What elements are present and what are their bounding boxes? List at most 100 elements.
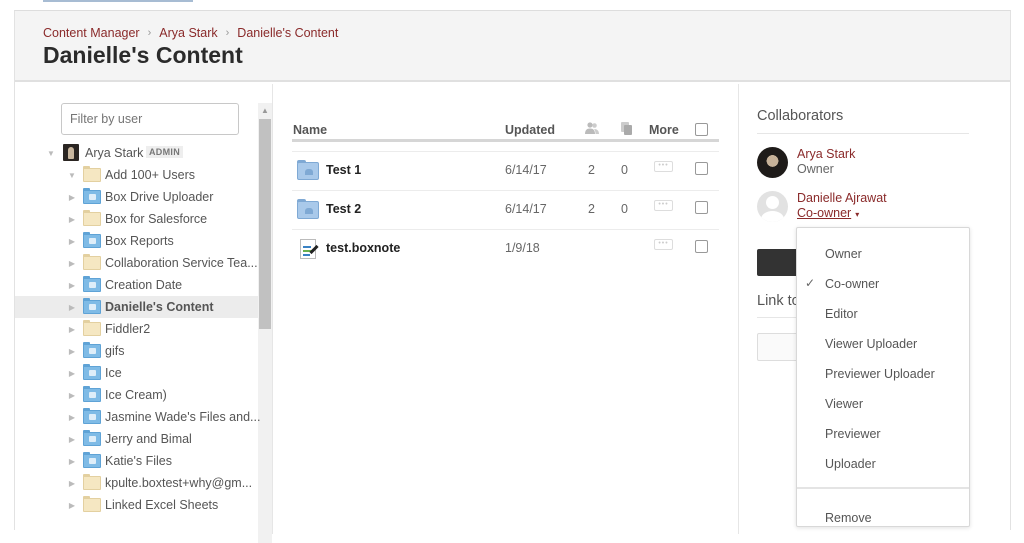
item-name[interactable]: Test 2 <box>326 202 361 216</box>
expand-arrow-icon[interactable]: ▶ <box>67 325 77 334</box>
folder-icon <box>83 320 101 336</box>
tree-item[interactable]: ▶ gifs <box>15 340 258 362</box>
item-name[interactable]: test.boxnote <box>326 241 400 255</box>
more-options-icon[interactable]: ••• <box>654 239 673 250</box>
collapse-arrow-icon[interactable]: ▼ <box>67 171 77 180</box>
select-all-checkbox[interactable] <box>695 123 708 136</box>
breadcrumb-separator: › <box>147 27 152 39</box>
breadcrumb-arya-stark[interactable]: Arya Stark <box>159 26 217 40</box>
column-header-name[interactable]: Name <box>293 123 327 137</box>
user-avatar <box>63 144 79 161</box>
menu-divider <box>797 487 969 489</box>
link-section-title: Link to <box>757 293 800 309</box>
more-options-icon[interactable]: ••• <box>654 200 673 211</box>
tree-scrollbar[interactable]: ▲ <box>258 103 272 543</box>
page-header: Content Manager › Arya Stark › Danielle'… <box>15 11 1010 82</box>
tree-item-label: gifs <box>105 344 125 358</box>
menu-item-role[interactable]: Previewer Uploader <box>797 358 969 388</box>
role-dropdown-trigger[interactable]: Co-owner ▾ <box>797 206 859 220</box>
tree-item[interactable]: ▶ Box Reports <box>15 230 258 252</box>
role-dropdown-label: Co-owner <box>797 206 852 220</box>
tree-item[interactable]: ▶ Ice Cream) <box>15 384 258 406</box>
menu-item-label: Remove <box>825 511 872 525</box>
tree-item-label: Fiddler2 <box>105 322 151 336</box>
column-header-more: More <box>649 123 679 137</box>
menu-item-role[interactable]: Viewer Uploader <box>797 328 969 358</box>
shared-folder-icon <box>297 199 319 219</box>
tree-item[interactable]: ▶ Jerry and Bimal <box>15 428 258 450</box>
item-name[interactable]: Test 1 <box>326 163 361 177</box>
more-options-icon[interactable]: ••• <box>654 161 673 172</box>
tree-item[interactable]: ▶ kpulte.boxtest+why@gm... <box>15 472 258 494</box>
menu-item-remove[interactable]: Remove <box>797 502 969 532</box>
collaborator-item: Danielle Ajrawat Co-owner ▾ <box>757 191 997 225</box>
expand-arrow-icon[interactable]: ▶ <box>67 501 77 510</box>
menu-item-label: Viewer <box>825 397 863 411</box>
item-collaborator-count: 2 <box>588 202 595 216</box>
expand-arrow-icon[interactable]: ▶ <box>67 259 77 268</box>
tree-root-user[interactable]: ▼ Arya Stark ADMIN <box>15 142 258 164</box>
column-header-updated[interactable]: Updated <box>505 123 555 137</box>
top-strip <box>0 0 1024 10</box>
shared-folder-icon <box>83 298 101 314</box>
tree-item-label: Box Reports <box>105 234 174 248</box>
shared-folder-icon <box>83 408 101 424</box>
tree-item-label: kpulte.boxtest+why@gm... <box>105 476 253 490</box>
folder-icon <box>83 166 101 182</box>
expand-arrow-icon[interactable]: ▶ <box>67 237 77 246</box>
tree-item[interactable]: ▶ Box Drive Uploader <box>15 186 258 208</box>
tree-item[interactable]: ▶ Linked Excel Sheets <box>15 494 258 516</box>
expand-arrow-icon[interactable]: ▶ <box>67 215 77 224</box>
tree-item[interactable]: ▶ Creation Date <box>15 274 258 296</box>
breadcrumb-content-manager[interactable]: Content Manager <box>43 26 140 40</box>
collapse-arrow-icon[interactable]: ▼ <box>46 149 56 158</box>
table-row[interactable]: Test 2 6/14/17 2 0 ••• <box>292 190 719 229</box>
menu-item-role[interactable]: Editor <box>797 298 969 328</box>
expand-arrow-icon[interactable]: ▶ <box>67 457 77 466</box>
expand-arrow-icon[interactable]: ▶ <box>67 435 77 444</box>
tree-item[interactable]: ▶ Fiddler2 <box>15 318 258 340</box>
row-checkbox[interactable] <box>695 201 708 214</box>
folder-icon <box>83 210 101 226</box>
expand-arrow-icon[interactable]: ▶ <box>67 347 77 356</box>
menu-item-label: Editor <box>825 307 858 321</box>
tree-item[interactable]: ▶ Collaboration Service Tea... <box>15 252 258 274</box>
tree-root-label: Arya Stark <box>85 146 144 160</box>
menu-item-role[interactable]: Uploader <box>797 448 969 478</box>
row-checkbox[interactable] <box>695 162 708 175</box>
tree-item[interactable]: ▶ Ice <box>15 362 258 384</box>
menu-item-role[interactable]: Viewer <box>797 388 969 418</box>
expand-arrow-icon[interactable]: ▶ <box>67 193 77 202</box>
expand-arrow-icon[interactable]: ▶ <box>67 369 77 378</box>
menu-item-role[interactable]: Previewer <box>797 418 969 448</box>
table-row[interactable]: test.boxnote 1/9/18 ••• <box>292 229 719 268</box>
tree-item[interactable]: ▶ Katie's Files <box>15 450 258 472</box>
breadcrumb-current[interactable]: Danielle's Content <box>237 26 338 40</box>
expand-arrow-icon[interactable]: ▶ <box>67 303 77 312</box>
expand-arrow-icon[interactable]: ▶ <box>67 479 77 488</box>
tree-item-label: Danielle's Content <box>105 300 214 314</box>
menu-item-label: Co-owner <box>825 277 880 291</box>
tree-item[interactable]: ▼ Add 100+ Users <box>15 164 258 186</box>
scroll-thumb[interactable] <box>259 119 271 329</box>
shared-folder-icon <box>83 232 101 248</box>
shared-folder-icon <box>83 386 101 402</box>
scroll-up-arrow-icon[interactable]: ▲ <box>258 105 272 117</box>
collaborator-role: Owner <box>797 162 834 176</box>
expand-arrow-icon[interactable]: ▶ <box>67 413 77 422</box>
tree-item[interactable]: ▶ Box for Salesforce <box>15 208 258 230</box>
collaborator-name[interactable]: Arya Stark <box>797 147 855 161</box>
menu-item-role[interactable]: ✓ Co-owner <box>797 268 969 298</box>
item-updated: 6/14/17 <box>505 202 547 216</box>
collaborator-name[interactable]: Danielle Ajrawat <box>797 191 887 205</box>
expand-arrow-icon[interactable]: ▶ <box>67 281 77 290</box>
tree-item[interactable]: ▶ Danielle's Content <box>15 296 258 318</box>
tree-item[interactable]: ▶ Jasmine Wade's Files and... <box>15 406 260 428</box>
row-checkbox[interactable] <box>695 240 708 253</box>
expand-arrow-icon[interactable]: ▶ <box>67 391 77 400</box>
table-row[interactable]: Test 1 6/14/17 2 0 ••• <box>292 151 719 190</box>
filter-by-user-input[interactable] <box>61 103 239 135</box>
avatar <box>757 147 788 178</box>
item-updated: 1/9/18 <box>505 241 540 255</box>
menu-item-role[interactable]: Owner <box>797 238 969 268</box>
